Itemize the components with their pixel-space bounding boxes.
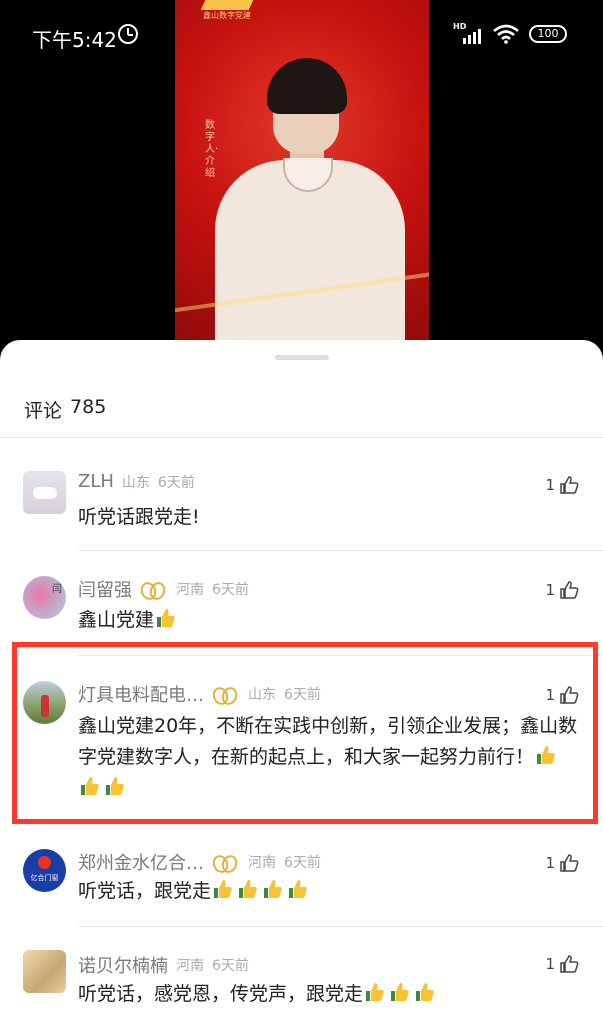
comment-text: 听党话，跟党走 <box>78 877 583 905</box>
member-badge-icon <box>142 582 162 596</box>
like-button[interactable]: 1 <box>545 954 579 974</box>
thumbs-up-emoji-icon <box>416 983 434 1001</box>
thumbs-up-emoji-icon <box>239 880 257 898</box>
thumbs-up-emoji-icon <box>391 983 409 1001</box>
status-icons: HD 100 <box>453 22 567 44</box>
highlight-box <box>12 642 598 824</box>
wifi-icon <box>493 24 519 44</box>
avatar[interactable] <box>23 471 66 514</box>
commenter-name[interactable]: 诺贝尔楠楠 <box>78 952 168 978</box>
commenter-name[interactable]: 郑州金水亿合… <box>78 849 204 875</box>
thumbs-up-emoji-icon <box>289 880 307 898</box>
comments-header: 评论 785 <box>24 396 106 423</box>
comment-time: 6天前 <box>157 474 195 491</box>
video-caption: 数字人·介绍 <box>205 120 219 179</box>
comment-text: 听党话，感党恩，传党声，跟党走 <box>78 980 583 1008</box>
like-button[interactable]: 1 <box>545 580 579 600</box>
comments-label: 评论 <box>24 400 63 422</box>
avatar[interactable]: 亿合门窗 <box>23 849 66 892</box>
status-time: 下午5:42 <box>32 28 117 52</box>
avatar-label: 亿合门窗 <box>30 874 59 882</box>
status-bar: 下午5:42 HD 100 <box>0 0 603 70</box>
thumb-up-icon <box>560 854 579 872</box>
thumbs-up-emoji-icon <box>157 609 175 627</box>
divider <box>0 437 603 438</box>
like-button[interactable]: 1 <box>545 853 579 873</box>
commenter-region: 河南 <box>248 855 276 871</box>
comments-count: 785 <box>70 396 107 418</box>
comment-time: 6天前 <box>284 855 321 871</box>
comment-text: 听党话跟党走! <box>78 506 200 528</box>
avatar[interactable]: 闫 <box>23 576 66 619</box>
comment-text: 鑫山党建 <box>78 606 583 634</box>
like-count: 1 <box>545 581 555 599</box>
like-count: 1 <box>545 955 555 973</box>
avatar[interactable] <box>23 950 66 993</box>
member-badge-icon <box>214 855 234 869</box>
comment-time: 6天前 <box>212 958 249 974</box>
commenter-region: 河南 <box>176 958 204 974</box>
thumb-up-icon <box>560 581 579 599</box>
like-button[interactable]: 1 <box>545 475 579 495</box>
thumb-up-icon <box>560 955 579 973</box>
alarm-icon <box>118 24 138 44</box>
drag-handle[interactable] <box>275 355 329 360</box>
signal-icon: HD <box>453 22 483 44</box>
thumb-up-icon <box>560 476 579 494</box>
commenter-name[interactable]: ZLH <box>78 471 114 492</box>
commenter-region: 山东 <box>121 474 150 491</box>
commenter-region: 河南 <box>176 582 204 598</box>
thumbs-up-emoji-icon <box>214 880 232 898</box>
thumbs-up-emoji-icon <box>366 983 384 1001</box>
battery-indicator: 100 <box>529 25 567 43</box>
like-count: 1 <box>545 476 555 494</box>
like-count: 1 <box>545 854 555 872</box>
comment-time: 6天前 <box>212 582 249 598</box>
commenter-name[interactable]: 闫留强 <box>78 576 132 602</box>
thumbs-up-emoji-icon <box>264 880 282 898</box>
